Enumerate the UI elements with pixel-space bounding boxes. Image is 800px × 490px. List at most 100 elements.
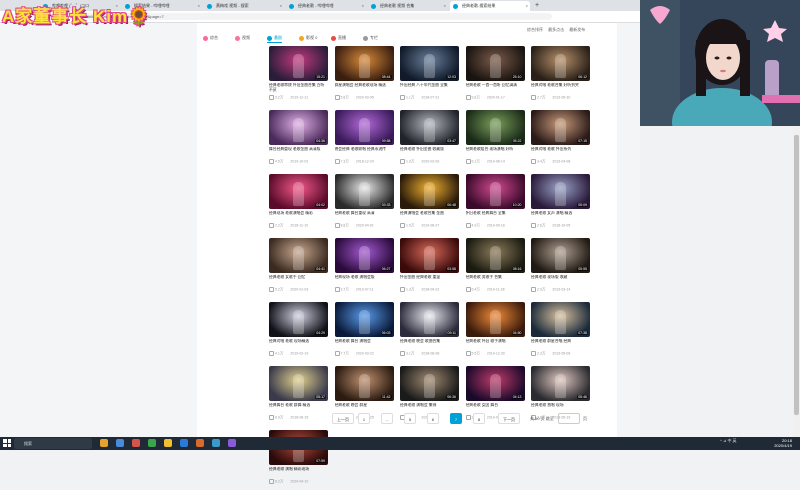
- video-thumbnail[interactable]: 07:38: [531, 302, 590, 337]
- video-title[interactable]: 经典老歌 怀旧 歌手演唱: [466, 339, 525, 350]
- video-thumbnail[interactable]: 03:33: [334, 174, 394, 209]
- video-thumbnail[interactable]: 10:20: [465, 174, 525, 209]
- page-number-button[interactable]: ...: [381, 413, 393, 424]
- video-thumbnail[interactable]: 08:44: [334, 46, 394, 81]
- video-title[interactable]: 晚会经典 老歌联唱 经典永流传: [335, 147, 394, 158]
- taskbar-app-icon[interactable]: [180, 439, 188, 447]
- prev-page-button[interactable]: 上一页: [332, 413, 354, 424]
- taskbar-app-icon[interactable]: [132, 439, 140, 447]
- video-title[interactable]: 经典老歌 男歌手 合集: [466, 275, 525, 286]
- video-title[interactable]: 舞台经典重现 老歌金曲 高清版: [269, 147, 328, 158]
- video-card[interactable]: 03:33 经典老歌 舞台重现 高清 8.8万 2020-04-01: [334, 174, 394, 234]
- browser-tab[interactable]: 经典老歌 视频 合集 ×: [368, 1, 448, 11]
- video-thumbnail[interactable]: 06:36: [400, 366, 459, 401]
- video-thumbnail[interactable]: 05:22: [465, 110, 525, 145]
- next-page-button[interactable]: 下一页: [498, 413, 520, 424]
- video-card[interactable]: 09:11 经典老歌 晚会 歌曲合集 3.1万 2018-08-08: [400, 302, 459, 362]
- taskbar-app-icon[interactable]: [212, 439, 220, 447]
- video-title[interactable]: 经典老歌 舞台重现 高清: [335, 211, 394, 222]
- taskbar-app-icon[interactable]: [116, 439, 124, 447]
- video-thumbnail[interactable]: 05:17: [269, 366, 328, 401]
- clock[interactable]: 20:18 2020/4/19: [762, 438, 792, 448]
- video-card[interactable]: 04:50 经典老歌 怀旧 歌手演唱 5.5万 2019-12-30: [465, 302, 525, 362]
- video-title[interactable]: 经典老歌组合 现场演唱 好听: [466, 147, 525, 158]
- video-card[interactable]: 09:58 晚会经典 老歌联唱 经典永流传 7.3万 2018-12-24: [334, 110, 394, 170]
- video-thumbnail[interactable]: 06:27: [334, 238, 394, 273]
- video-card[interactable]: 04:36 舞台经典重现 老歌金曲 高清版 4.5万 2019-10-02: [269, 110, 328, 170]
- video-title[interactable]: 经典老歌 女歌手 回忆: [269, 275, 328, 286]
- video-thumbnail[interactable]: 07:15: [531, 110, 590, 145]
- video-thumbnail[interactable]: 03:58: [400, 238, 459, 273]
- video-card[interactable]: 15:21 经典老歌串烧 怀旧金曲合集 百听不厌 3.2万 2019-12-11: [269, 46, 328, 106]
- video-card[interactable]: 04:29 经典对唱 老歌 现场精选 4.1万 2019-02-19: [269, 302, 328, 362]
- video-card[interactable]: 10:20 怀旧老歌 经典舞台 全集 4.9万 2019-09-16: [465, 174, 525, 234]
- video-card[interactable]: 07:15 经典对唱 老歌 怀旧系列 3.4万 2019-04-08: [531, 110, 590, 170]
- video-title[interactable]: 经典老歌 女声 演唱 精选: [531, 211, 590, 222]
- video-title[interactable]: 怀旧老歌 经典舞台 全集: [466, 211, 525, 222]
- video-card[interactable]: 03:58 怀旧金曲 经典老歌 重温 1.3万 2018-09-22: [400, 238, 459, 298]
- video-thumbnail[interactable]: 04:50: [465, 302, 525, 337]
- video-thumbnail[interactable]: 03:47: [400, 110, 459, 145]
- result-type-tab[interactable]: 直播: [331, 34, 346, 42]
- video-card[interactable]: 05:17 经典舞台 老歌 群舞 精选 6.9万 2018-06-15: [269, 366, 328, 426]
- video-thumbnail[interactable]: 06:12: [531, 46, 590, 81]
- video-card[interactable]: 05:55 经典老歌 现场版 收藏 2.9万 2019-03-14: [531, 238, 590, 298]
- windows-start-icon[interactable]: [3, 439, 11, 447]
- page-number-button[interactable]: 5: [404, 413, 416, 424]
- video-title[interactable]: 经典现场 老歌 演唱会版: [335, 275, 394, 286]
- video-card[interactable]: 06:27 经典现场 老歌 演唱会版 3.7万 2019-07-11: [334, 238, 394, 298]
- video-card[interactable]: 06:12 经典对唱 老歌合集 好听到哭 2.7万 2019-05-30: [531, 46, 590, 106]
- taskbar-app-icon[interactable]: [164, 439, 172, 447]
- video-title[interactable]: 经典对唱 老歌 现场精选: [269, 339, 328, 350]
- page-number-button[interactable]: 6: [427, 413, 439, 424]
- video-thumbnail[interactable]: 04:36: [269, 110, 328, 145]
- video-card[interactable]: 25:10 经典老歌 一首一首听 回忆满满 9.6万 2020-01-17: [465, 46, 525, 106]
- video-thumbnail[interactable]: 04:41: [269, 238, 328, 273]
- browser-tab[interactable]: 黄梅戏 视频 - 搜索 ×: [204, 1, 284, 11]
- video-title[interactable]: 群星演唱会 经典老歌现场 精选: [335, 83, 394, 94]
- video-title[interactable]: 经典老歌 怀旧金曲 收藏版: [400, 147, 459, 158]
- page-number-button[interactable]: 7: [450, 413, 462, 424]
- video-thumbnail[interactable]: 11:42: [334, 366, 394, 401]
- video-thumbnail[interactable]: 08:16: [465, 238, 525, 273]
- taskbar-search-input[interactable]: 搜索: [14, 438, 92, 449]
- video-thumbnail[interactable]: 06:48: [400, 174, 459, 209]
- video-title[interactable]: 怀旧金曲 经典老歌 重温: [400, 275, 459, 286]
- video-thumbnail[interactable]: 09:11: [400, 302, 459, 337]
- video-card[interactable]: 05:22 经典老歌组合 现场演唱 好听 6.1万 2019-08-14: [465, 110, 525, 170]
- video-thumbnail[interactable]: 06:03: [334, 302, 394, 337]
- video-title[interactable]: 经典老歌 舞台 演唱会: [335, 339, 394, 350]
- video-thumbnail[interactable]: 04:29: [269, 302, 328, 337]
- taskbar-app-icon[interactable]: [196, 439, 204, 447]
- browser-tab[interactable]: 经典老歌 - 哔哩哔哩 ×: [286, 1, 366, 11]
- video-thumbnail[interactable]: 09:58: [334, 110, 394, 145]
- taskbar-app-icon[interactable]: [100, 439, 108, 447]
- page-number-button[interactable]: 8: [473, 413, 485, 424]
- result-type-tab[interactable]: 综合: [203, 34, 218, 42]
- video-card[interactable]: 12:03 怀旧经典 八十年代金曲 全集 1.1万 2018-07-21: [400, 46, 459, 106]
- browser-tab[interactable]: 经典老歌-搜索结果 ×: [450, 1, 530, 11]
- scrollbar-thumb[interactable]: [794, 135, 799, 415]
- tab-close-icon[interactable]: ×: [362, 1, 364, 11]
- video-thumbnail[interactable]: 05:55: [531, 238, 590, 273]
- video-card[interactable]: 04:41 经典老歌 女歌手 回忆 5.2万 2020-01-03: [269, 238, 328, 298]
- video-title[interactable]: 经典老歌 一首一首听 回忆满满: [466, 83, 525, 94]
- video-title[interactable]: 经典对唱 老歌合集 好听到哭: [531, 83, 590, 94]
- video-title[interactable]: 经典舞台 老歌 群舞 精选: [269, 403, 328, 414]
- video-title[interactable]: 经典老歌 群星合唱 经典: [531, 339, 590, 350]
- video-title[interactable]: 经典老歌串烧 怀旧金曲合集 百听不厌: [269, 83, 328, 94]
- video-title[interactable]: 经典演唱会 老歌合集 金曲: [400, 211, 459, 222]
- new-tab-button[interactable]: +: [535, 0, 539, 11]
- video-thumbnail[interactable]: 05:09: [531, 174, 590, 209]
- video-thumbnail[interactable]: 25:10: [465, 46, 525, 81]
- video-card[interactable]: 07:38 经典老歌 群星合唱 经典 2.3万 2019-05-06: [531, 302, 590, 362]
- video-card[interactable]: 06:03 经典老歌 舞台 演唱会 7.7万 2020-03-22: [334, 302, 394, 362]
- sort-option[interactable]: 最新发布: [569, 27, 585, 33]
- video-thumbnail[interactable]: 04:02: [269, 174, 328, 209]
- video-card[interactable]: 05:09 经典老歌 女声 演唱 精选 2.6万 2018-10-05: [531, 174, 590, 234]
- video-thumbnail[interactable]: 12:03: [400, 46, 459, 81]
- tab-close-icon[interactable]: ×: [444, 1, 446, 11]
- video-card[interactable]: 04:02 经典现场 老歌演唱会 精彩 2.2万 2018-11-19: [269, 174, 328, 234]
- video-thumbnail[interactable]: 05:46: [531, 366, 590, 401]
- sort-option[interactable]: 最多点击: [548, 27, 564, 33]
